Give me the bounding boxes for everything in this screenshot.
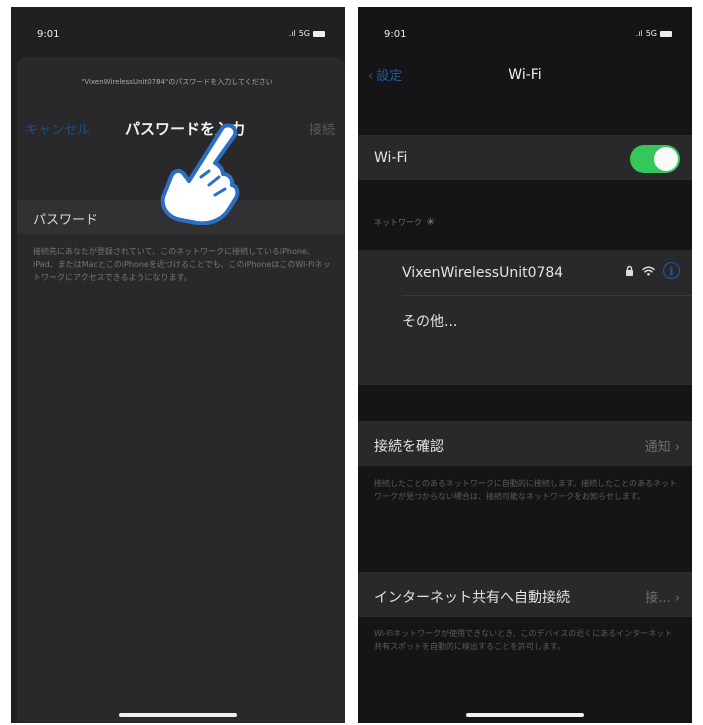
signal-icon: .ıl bbox=[288, 29, 296, 38]
wifi-icon bbox=[642, 266, 655, 276]
password-prompt: "VixenWirelessUnit0784"のパスワードを入力してください bbox=[81, 78, 273, 86]
wifi-label: Wi-Fi bbox=[374, 150, 408, 166]
chevron-right-icon: › bbox=[674, 591, 680, 606]
signal-icon: .ıl bbox=[635, 29, 643, 38]
password-field-label: パスワード bbox=[33, 213, 99, 228]
info-icon[interactable]: i bbox=[663, 262, 680, 279]
other-network-label: その他... bbox=[402, 314, 458, 330]
list-item[interactable]: VixenWirelessUnit0784 i bbox=[358, 250, 692, 295]
chevron-right-icon: › bbox=[674, 440, 680, 455]
hotspot-row[interactable]: インターネット共有へ自動接続 接... › bbox=[358, 572, 692, 617]
status-bar: 9:01 .ıl 5G bbox=[358, 29, 692, 47]
hotspot-note: Wi-Fiネットワークが使用できないとき、このデバイスの近くにあるインターネット… bbox=[374, 629, 673, 651]
status-bar: 9:01 .ıl 5G bbox=[11, 29, 345, 47]
password-sharing-note: 接続先にあなたが登録されていて、このネットワークに接続しているiPhone、iP… bbox=[33, 247, 331, 282]
wifi-settings-screen: 9:01 .ıl 5G ‹ 設定 Wi-Fi Wi-Fi ネットワーク ✳ Vix… bbox=[358, 7, 692, 723]
battery-icon bbox=[660, 30, 672, 37]
page-title: Wi-Fi bbox=[508, 67, 542, 83]
wifi-toggle-row: Wi-Fi bbox=[358, 135, 692, 180]
networks-header: ネットワーク ✳ bbox=[374, 217, 435, 228]
wifi-toggle-group: Wi-Fi bbox=[358, 135, 692, 180]
ask-to-join-row[interactable]: 接続を確認 通知 › bbox=[358, 421, 692, 466]
ask-to-join-value: 通知 bbox=[644, 440, 671, 455]
hotspot-value: 接... bbox=[645, 591, 671, 606]
networks-list: VixenWirelessUnit0784 i その他... bbox=[358, 250, 692, 385]
lock-icon bbox=[626, 265, 633, 276]
battery-icon bbox=[313, 30, 325, 37]
hotspot-group: インターネット共有へ自動接続 接... › bbox=[358, 572, 692, 617]
wifi-toggle[interactable] bbox=[630, 145, 680, 173]
password-entry-screen: 9:01 .ıl 5G "VixenWirelessUnit0784"のパスワー… bbox=[11, 7, 345, 723]
status-time: 9:01 bbox=[37, 29, 60, 40]
ask-to-join-label: 接続を確認 bbox=[374, 439, 444, 455]
networks-header-label: ネットワーク bbox=[374, 218, 422, 227]
join-button[interactable]: 接続 bbox=[309, 119, 335, 138]
home-indicator bbox=[119, 713, 237, 717]
ask-to-join-note: 接続したことのあるネットワークに自動的に接続します。接続したことのあるネットワー… bbox=[374, 479, 678, 501]
spinner-icon: ✳ bbox=[426, 217, 435, 228]
network-name: VixenWirelessUnit0784 bbox=[402, 265, 564, 281]
hand-pointer-icon bbox=[160, 123, 240, 225]
network-type: 5G bbox=[298, 29, 310, 38]
network-type: 5G bbox=[645, 29, 657, 38]
hotspot-label: インターネット共有へ自動接続 bbox=[374, 590, 570, 606]
list-item-other[interactable]: その他... bbox=[358, 296, 692, 341]
cancel-button[interactable]: キャンセル bbox=[25, 119, 90, 138]
home-indicator bbox=[466, 713, 584, 717]
status-time: 9:01 bbox=[384, 29, 407, 40]
ask-to-join-group: 接続を確認 通知 › bbox=[358, 421, 692, 466]
